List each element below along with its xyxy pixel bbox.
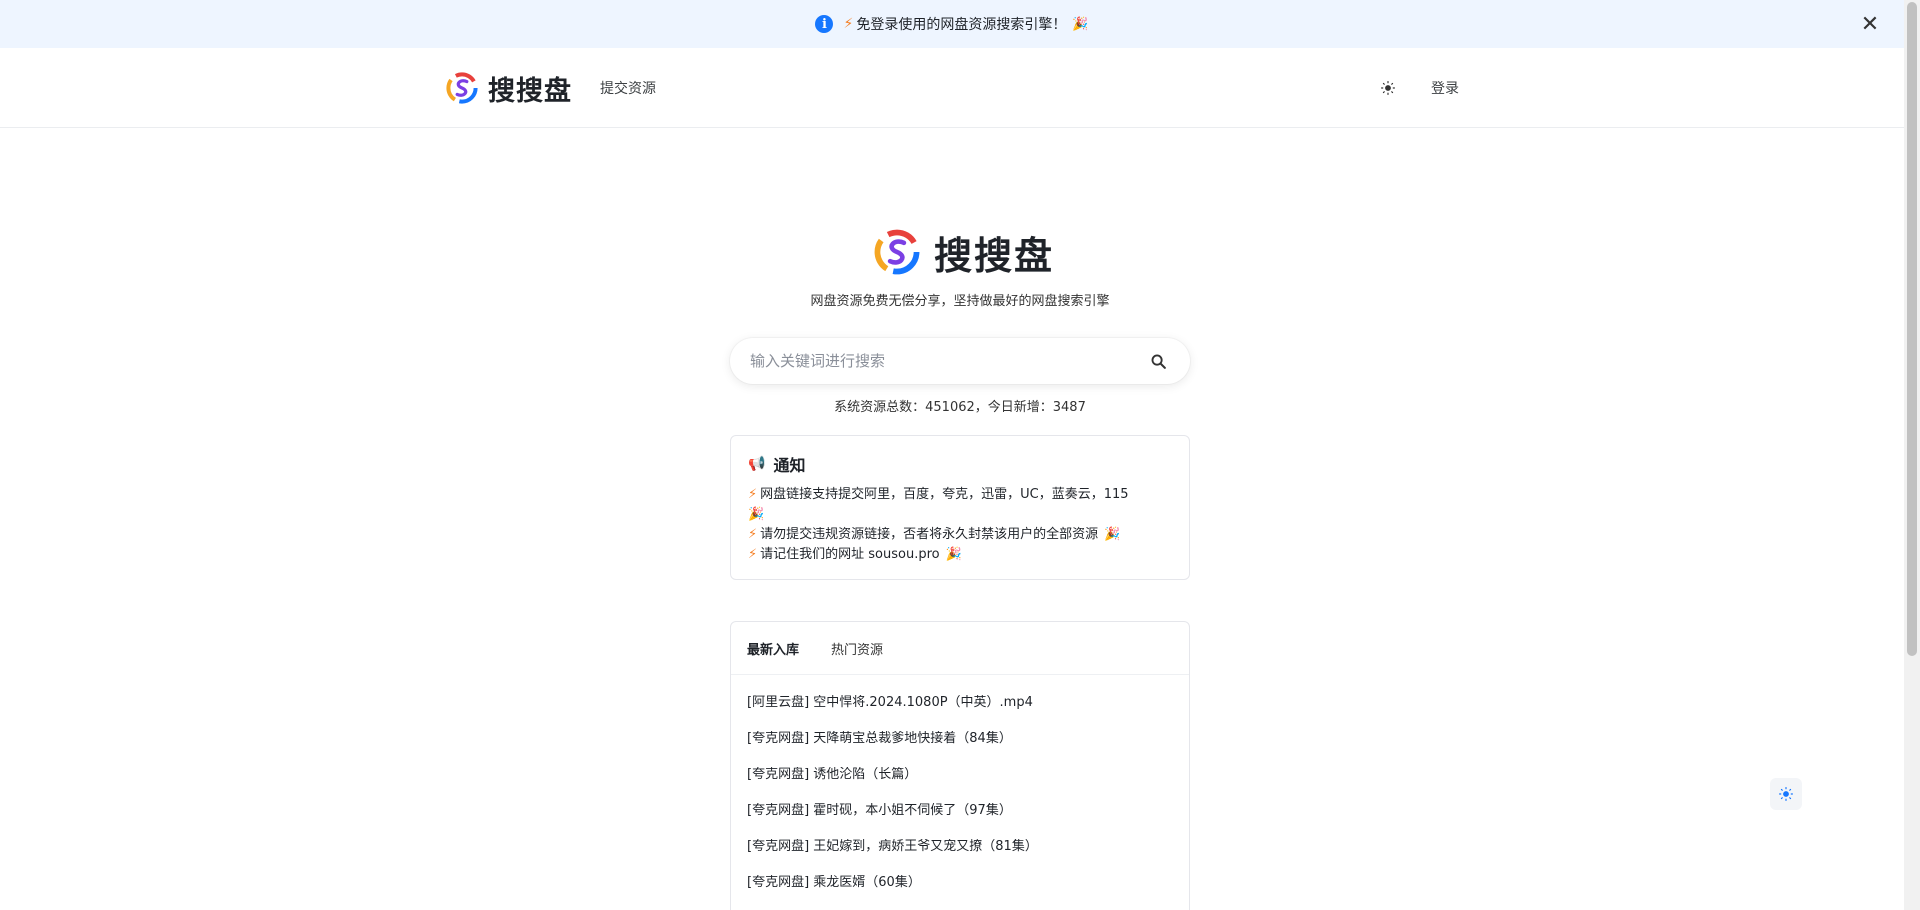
sun-icon bbox=[1381, 81, 1395, 95]
bolt-icon: ⚡ bbox=[748, 487, 758, 502]
search-button[interactable] bbox=[1138, 341, 1178, 381]
search-box bbox=[730, 338, 1190, 384]
list-item[interactable]: [夸克网盘] 诱他沦陷（长篇） bbox=[747, 767, 1173, 803]
party-popper-icon: 🎉 bbox=[1072, 16, 1089, 32]
announcement-text: 免登录使用的网盘资源搜索引擎！ bbox=[856, 17, 1067, 33]
tab-latest[interactable]: 最新入库 bbox=[747, 639, 799, 658]
search-input[interactable] bbox=[730, 338, 1138, 384]
page-scrollbar[interactable] bbox=[1904, 0, 1920, 910]
logo-icon bbox=[446, 72, 478, 104]
resource-list-card: 最新入库 热门资源 [阿里云盘] 空中悍将.2024.1080P（中英）.mp4… bbox=[730, 621, 1190, 910]
bolt-icon: ⚡ bbox=[748, 527, 758, 542]
header-brand-link[interactable]: 搜搜盘 bbox=[446, 68, 572, 108]
notice-title: 通知 bbox=[773, 456, 806, 475]
party-popper-icon: 🎉 bbox=[1104, 527, 1121, 542]
resource-list: [阿里云盘] 空中悍将.2024.1080P（中英）.mp4 [夸克网盘] 天降… bbox=[731, 675, 1189, 910]
list-item[interactable]: [夸克网盘] 天降萌宝总裁爹地快接着（84集） bbox=[747, 731, 1173, 767]
bolt-icon: ⚡ bbox=[748, 547, 758, 562]
nav-submit-resource[interactable]: 提交资源 bbox=[600, 78, 656, 98]
logo-icon bbox=[874, 229, 920, 275]
list-item[interactable]: [夸克网盘] 霍时砚，本小姐不伺候了（97集） bbox=[747, 803, 1173, 839]
notice-line: ⚡ 请勿提交违规资源链接，否者将永久封禁该用户的全部资源 🎉 bbox=[748, 525, 1172, 545]
notice-line: ⚡ 请记住我们的网址 sousou.pro 🎉 bbox=[748, 545, 1172, 565]
login-link[interactable]: 登录 bbox=[1431, 78, 1459, 98]
party-popper-icon: 🎉 bbox=[748, 507, 765, 522]
floating-theme-button[interactable] bbox=[1770, 778, 1802, 810]
info-icon: i bbox=[815, 15, 834, 33]
hero-brand-name: 搜搜盘 bbox=[934, 233, 1055, 278]
party-popper-icon: 🎉 bbox=[945, 547, 962, 562]
notice-line-text: 请勿提交违规资源链接，否者将永久封禁该用户的全部资源 bbox=[760, 527, 1099, 542]
theme-toggle-button[interactable] bbox=[1377, 77, 1399, 99]
site-header: 搜搜盘 提交资源 登录 bbox=[0, 48, 1904, 128]
search-icon bbox=[1151, 354, 1166, 369]
notice-line: ⚡ 网盘链接支持提交阿里，百度，夸克，迅雷，UC，蓝奏云，115 🎉 bbox=[748, 485, 1172, 525]
sun-icon bbox=[1779, 787, 1793, 801]
hero-brand: 搜搜盘 bbox=[874, 226, 1054, 278]
notice-header: 📢 通知 bbox=[748, 452, 1172, 476]
list-item[interactable]: [阿里云盘] 空中悍将.2024.1080P（中英）.mp4 bbox=[747, 695, 1173, 731]
tab-popular[interactable]: 热门资源 bbox=[831, 639, 883, 658]
bolt-icon: ⚡ bbox=[843, 16, 854, 32]
scrollbar-thumb[interactable] bbox=[1907, 2, 1917, 656]
megaphone-icon: 📢 bbox=[748, 456, 766, 472]
header-brand-name: 搜搜盘 bbox=[488, 75, 572, 107]
resource-stats: 系统资源总数：451062，今日新增：3487 bbox=[834, 400, 1086, 415]
notice-card: 📢 通知 ⚡ 网盘链接支持提交阿里，百度，夸克，迅雷，UC，蓝奏云，115 🎉 ⚡… bbox=[730, 435, 1190, 580]
list-item[interactable]: [夸克网盘] 王妃嫁到，病娇王爷又宠又撩（81集） bbox=[747, 839, 1173, 875]
hero-tagline: 网盘资源免费无偿分享，坚持做最好的网盘搜索引擎 bbox=[810, 294, 1110, 309]
list-item[interactable]: [夸克网盘] 乘龙医婿（60集） bbox=[747, 875, 1173, 910]
notice-line-text: 网盘链接支持提交阿里，百度，夸克，迅雷，UC，蓝奏云，115 bbox=[760, 487, 1129, 502]
close-icon[interactable]: ✕ bbox=[1858, 12, 1882, 37]
announcement-bar: i ⚡ 免登录使用的网盘资源搜索引擎！ 🎉 ✕ bbox=[0, 0, 1904, 48]
notice-line-text: 请记住我们的网址 sousou.pro bbox=[760, 547, 940, 562]
resource-tabs: 最新入库 热门资源 bbox=[731, 622, 1189, 675]
